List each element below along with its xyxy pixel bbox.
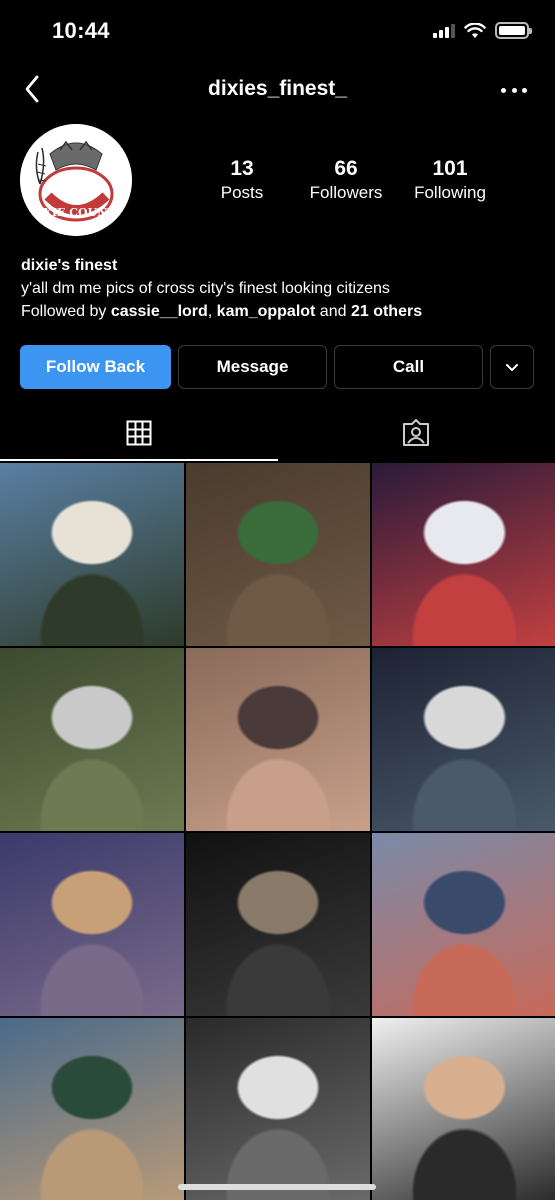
- profile-username-title: dixies_finest_: [208, 77, 347, 100]
- profile-actions: Follow Back Message Call: [20, 345, 535, 389]
- profile-bio: dixie's finest y'all dm me pics of cross…: [21, 255, 541, 323]
- dixie-county-logo: DIXIE COUNTY: [20, 124, 132, 236]
- message-button[interactable]: Message: [178, 345, 327, 389]
- logo-text: DIXIE COUNTY: [29, 206, 124, 219]
- profile-stats: 13 Posts 66 Followers 101 Following: [190, 156, 520, 204]
- suggested-accounts-button[interactable]: [490, 345, 534, 389]
- call-button[interactable]: Call: [334, 345, 483, 389]
- posts-count: 13: [230, 157, 254, 180]
- battery-icon: [495, 22, 532, 39]
- post-thumbnail[interactable]: [372, 463, 555, 646]
- followed-by-separator: ,: [207, 303, 217, 320]
- status-bar: 10:44: [0, 0, 555, 62]
- post-thumbnail[interactable]: [186, 463, 370, 646]
- post-thumbnail[interactable]: [0, 648, 184, 831]
- followed-by[interactable]: Followed by cassie__lord, kam_oppalot an…: [21, 301, 541, 323]
- followers-label: Followers: [309, 183, 383, 202]
- posts-grid: [0, 463, 555, 1200]
- chevron-down-icon: [506, 364, 518, 371]
- profile-name: dixie's finest: [21, 257, 118, 274]
- home-indicator[interactable]: [178, 1184, 376, 1190]
- stat-followers[interactable]: 66 Followers: [294, 156, 398, 204]
- post-thumbnail[interactable]: [186, 1018, 370, 1200]
- tab-tagged[interactable]: [278, 405, 555, 461]
- follow-back-button[interactable]: Follow Back: [20, 345, 171, 389]
- avatar[interactable]: DIXIE COUNTY: [20, 124, 132, 236]
- post-thumbnail[interactable]: [0, 833, 184, 1016]
- ellipsis-icon[interactable]: [501, 78, 527, 102]
- following-label: Following: [414, 183, 486, 202]
- followed-by-and: and: [315, 303, 351, 320]
- post-thumbnail[interactable]: [0, 463, 184, 646]
- followed-by-user[interactable]: cassie__lord: [111, 303, 208, 320]
- tagged-icon: [403, 419, 430, 446]
- post-thumbnail[interactable]: [186, 833, 370, 1016]
- profile-tabs: [0, 405, 555, 461]
- grid-icon: [126, 420, 152, 446]
- wifi-icon: [464, 22, 486, 38]
- post-thumbnail[interactable]: [372, 648, 555, 831]
- following-count: 101: [432, 157, 468, 180]
- post-thumbnail[interactable]: [372, 1018, 555, 1200]
- followers-count: 66: [334, 157, 358, 180]
- followed-by-others[interactable]: 21 others: [351, 303, 422, 320]
- cellular-signal-icon: [433, 23, 455, 38]
- tab-posts-grid[interactable]: [0, 405, 278, 461]
- bio-text: y'all dm me pics of cross city's finest …: [21, 280, 390, 297]
- post-thumbnail[interactable]: [372, 833, 555, 1016]
- stat-following[interactable]: 101 Following: [398, 156, 502, 204]
- followed-by-prefix: Followed by: [21, 303, 111, 320]
- post-thumbnail[interactable]: [186, 648, 370, 831]
- stat-posts[interactable]: 13 Posts: [190, 156, 294, 204]
- post-thumbnail[interactable]: [0, 1018, 184, 1200]
- nav-bar: dixies_finest_: [0, 62, 555, 118]
- followed-by-user[interactable]: kam_oppalot: [217, 303, 316, 320]
- status-icons: [433, 22, 532, 39]
- posts-label: Posts: [220, 183, 264, 202]
- status-time: 10:44: [52, 18, 110, 43]
